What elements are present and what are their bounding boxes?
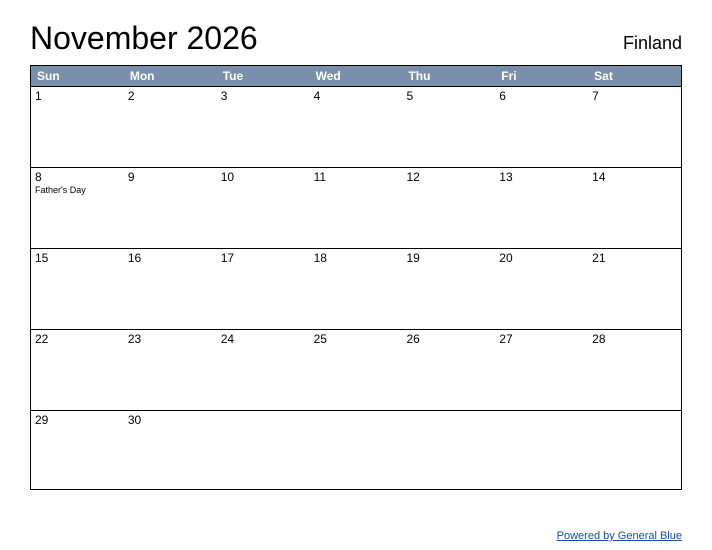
day-cell — [495, 411, 588, 489]
day-number: 7 — [592, 89, 676, 103]
day-cell: 24 — [217, 330, 310, 410]
day-number: 18 — [314, 251, 398, 265]
day-number: 13 — [499, 170, 583, 184]
day-cell: 17 — [217, 249, 310, 329]
month-year-title: November 2026 — [30, 20, 258, 57]
day-number: 26 — [406, 332, 490, 346]
day-cell — [588, 411, 681, 489]
day-cell: 16 — [124, 249, 217, 329]
week-row: 8Father's Day 9 10 11 12 13 14 — [31, 167, 681, 248]
day-cell: 25 — [310, 330, 403, 410]
day-number: 4 — [314, 89, 398, 103]
weekday-thu: Thu — [402, 66, 495, 86]
day-number: 24 — [221, 332, 305, 346]
day-number: 29 — [35, 413, 119, 427]
day-cell: 28 — [588, 330, 681, 410]
day-cell — [402, 411, 495, 489]
week-row: 22 23 24 25 26 27 28 — [31, 329, 681, 410]
day-cell: 21 — [588, 249, 681, 329]
day-number: 2 — [128, 89, 212, 103]
day-cell — [217, 411, 310, 489]
footer: Powered by General Blue — [557, 530, 682, 542]
day-cell: 7 — [588, 87, 681, 167]
day-cell: 26 — [402, 330, 495, 410]
weekday-tue: Tue — [217, 66, 310, 86]
day-number: 5 — [406, 89, 490, 103]
weekday-wed: Wed — [310, 66, 403, 86]
week-row: 1 2 3 4 5 6 7 — [31, 86, 681, 167]
day-cell: 30 — [124, 411, 217, 489]
day-cell: 9 — [124, 168, 217, 248]
day-cell: 15 — [31, 249, 124, 329]
weekday-header-row: Sun Mon Tue Wed Thu Fri Sat — [31, 66, 681, 86]
day-cell: 4 — [310, 87, 403, 167]
day-cell: 3 — [217, 87, 310, 167]
day-cell: 20 — [495, 249, 588, 329]
day-cell: 12 — [402, 168, 495, 248]
day-cell: 8Father's Day — [31, 168, 124, 248]
day-cell: 5 — [402, 87, 495, 167]
day-cell: 19 — [402, 249, 495, 329]
day-number: 19 — [406, 251, 490, 265]
day-cell: 14 — [588, 168, 681, 248]
day-number: 30 — [128, 413, 212, 427]
day-number: 1 — [35, 89, 119, 103]
day-number: 28 — [592, 332, 676, 346]
day-cell: 6 — [495, 87, 588, 167]
day-cell: 18 — [310, 249, 403, 329]
country-label: Finland — [623, 33, 682, 54]
day-cell: 2 — [124, 87, 217, 167]
day-event: Father's Day — [35, 185, 119, 195]
day-cell — [310, 411, 403, 489]
day-cell: 13 — [495, 168, 588, 248]
day-number: 6 — [499, 89, 583, 103]
calendar-grid: Sun Mon Tue Wed Thu Fri Sat 1 2 3 4 5 6 … — [30, 65, 682, 490]
day-number: 12 — [406, 170, 490, 184]
day-number: 22 — [35, 332, 119, 346]
day-number: 21 — [592, 251, 676, 265]
day-number: 3 — [221, 89, 305, 103]
day-cell: 11 — [310, 168, 403, 248]
day-number: 16 — [128, 251, 212, 265]
day-number: 15 — [35, 251, 119, 265]
weekday-sat: Sat — [588, 66, 681, 86]
day-number: 11 — [314, 170, 398, 184]
day-number: 23 — [128, 332, 212, 346]
powered-by-link[interactable]: Powered by General Blue — [557, 530, 682, 542]
weekday-sun: Sun — [31, 66, 124, 86]
week-row: 29 30 — [31, 410, 681, 489]
day-number: 17 — [221, 251, 305, 265]
day-number: 27 — [499, 332, 583, 346]
day-number: 8 — [35, 170, 119, 184]
weekday-mon: Mon — [124, 66, 217, 86]
day-number: 14 — [592, 170, 676, 184]
day-cell: 29 — [31, 411, 124, 489]
day-number: 9 — [128, 170, 212, 184]
day-cell: 23 — [124, 330, 217, 410]
week-row: 15 16 17 18 19 20 21 — [31, 248, 681, 329]
day-number: 10 — [221, 170, 305, 184]
weekday-fri: Fri — [495, 66, 588, 86]
day-cell: 10 — [217, 168, 310, 248]
day-cell: 1 — [31, 87, 124, 167]
day-cell: 22 — [31, 330, 124, 410]
day-cell: 27 — [495, 330, 588, 410]
calendar-header: November 2026 Finland — [30, 20, 682, 57]
day-number: 20 — [499, 251, 583, 265]
